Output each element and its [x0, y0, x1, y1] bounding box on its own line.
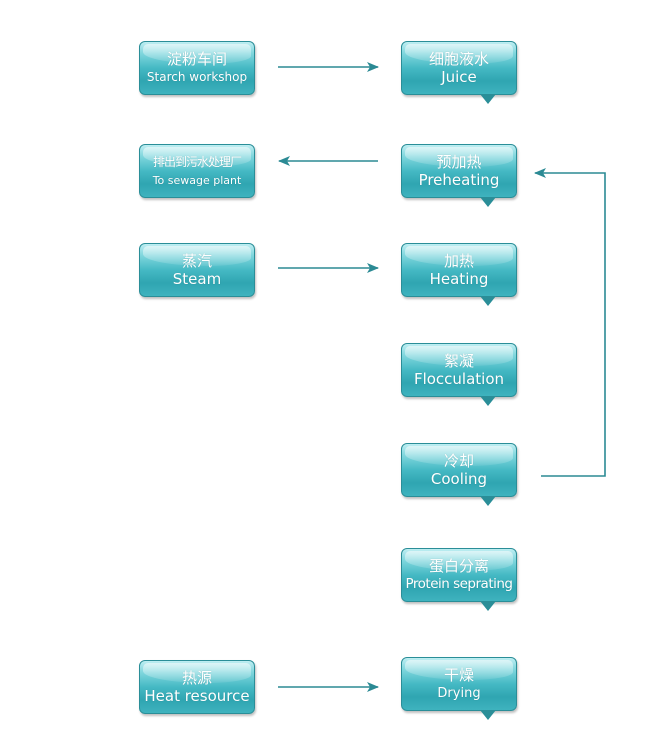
- node-label-en: Heating: [429, 269, 489, 288]
- node-juice: 细胞液水 Juice: [401, 41, 517, 104]
- node-heat-resource: 热源 Heat resource: [139, 660, 255, 714]
- node-label-en: Preheating: [418, 170, 500, 189]
- node-label-cn: 预加热: [436, 152, 482, 171]
- connectors: [278, 62, 606, 692]
- node-label-cn: 蒸汽: [181, 251, 212, 270]
- pointer-down-icon: [480, 396, 496, 406]
- node-label-en: Protein seprating: [405, 575, 513, 592]
- node-sewage-plant: 排出到污水处理厂 To sewage plant: [139, 144, 255, 198]
- node-steam: 蒸汽 Steam: [139, 243, 255, 297]
- node-label-cn: 蛋白分离: [428, 556, 489, 575]
- node-label-en: To sewage plant: [152, 173, 242, 187]
- pointer-down-icon: [480, 710, 496, 720]
- pointer-down-icon: [480, 94, 496, 104]
- node-label-en: Drying: [437, 685, 481, 701]
- node-label-cn: 细胞液水: [428, 49, 489, 68]
- node-label-en: Steam: [172, 269, 222, 288]
- node-flocculation: 絮凝 Flocculation: [401, 343, 517, 406]
- node-label-en: Cooling: [430, 469, 488, 488]
- node-label-cn: 加热: [443, 251, 474, 270]
- node-label-en: Juice: [441, 67, 477, 86]
- node-label-en: Starch workshop: [146, 69, 248, 84]
- node-starch-workshop: 淀粉车间 Starch workshop: [139, 41, 255, 95]
- pointer-down-icon: [480, 197, 496, 207]
- node-heating: 加热 Heating: [401, 243, 517, 306]
- node-label-cn: 排出到污水处理厂: [152, 154, 242, 169]
- node-protein-separating: 蛋白分离 Protein seprating: [401, 548, 517, 611]
- node-label-cn: 冷却: [443, 451, 474, 470]
- arrow-cooling-feedback-to-preheating: [534, 168, 606, 477]
- node-preheating: 预加热 Preheating: [401, 144, 517, 207]
- pointer-down-icon: [480, 296, 496, 306]
- node-label-cn: 淀粉车间: [166, 49, 227, 68]
- node-drying: 干燥 Drying: [401, 657, 517, 720]
- node-label-cn: 絮凝: [443, 351, 474, 370]
- node-label-en: Flocculation: [413, 369, 505, 388]
- pointer-down-icon: [480, 496, 496, 506]
- node-label-cn: 干燥: [443, 665, 474, 684]
- node-label-cn: 热源: [181, 668, 212, 687]
- pointer-down-icon: [480, 601, 496, 611]
- node-label-en: Heat resource: [144, 686, 250, 705]
- node-cooling: 冷却 Cooling: [401, 443, 517, 506]
